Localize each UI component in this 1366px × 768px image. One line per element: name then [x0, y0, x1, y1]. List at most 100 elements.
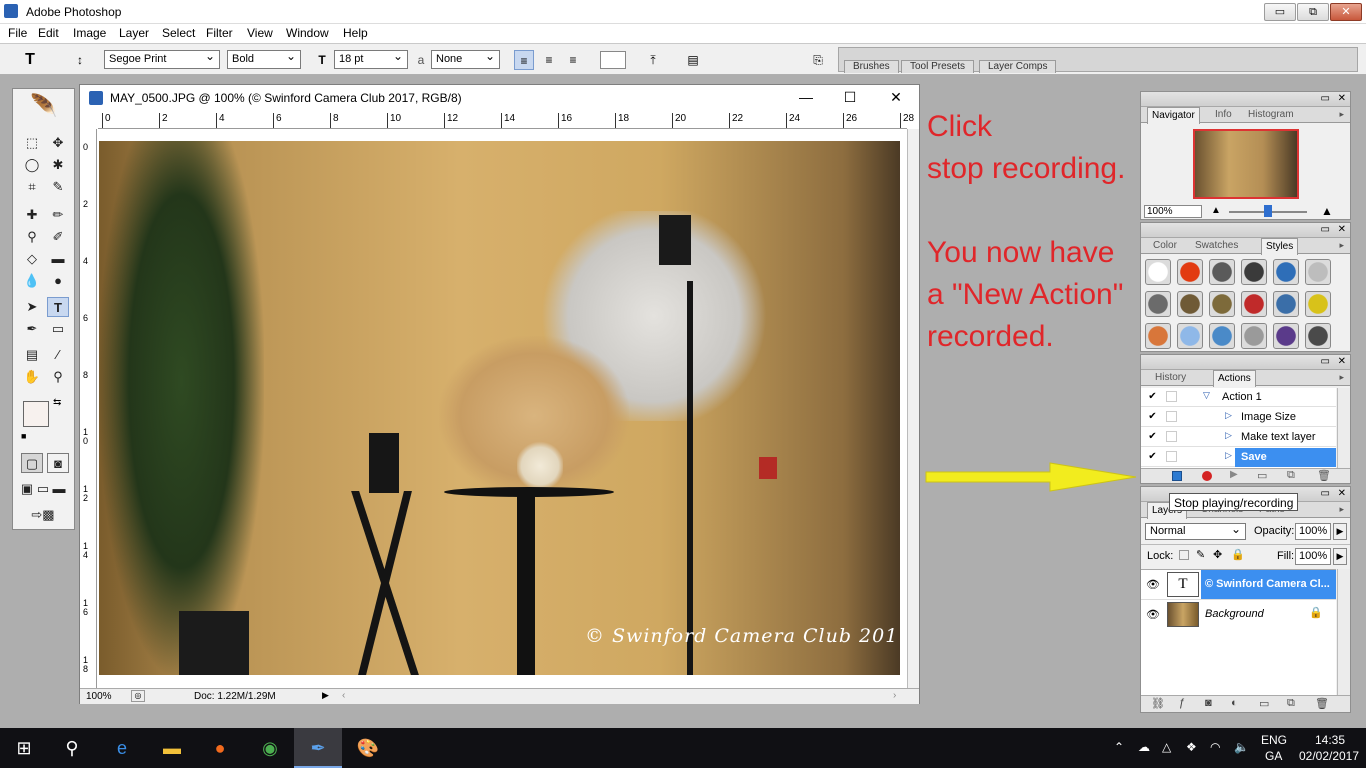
link-layers-icon[interactable]: ⛓	[1151, 697, 1165, 710]
clock-time[interactable]: 14:35	[1304, 733, 1356, 747]
path-selection-icon[interactable]: ➤	[21, 297, 43, 317]
clock-date[interactable]: 02/02/2017	[1296, 749, 1362, 763]
tray-chevron-icon[interactable]: ⌃	[1114, 740, 1124, 754]
tab-actions[interactable]: Actions	[1213, 370, 1256, 387]
panel-menu-arrow-icon[interactable]: ▸	[1339, 372, 1344, 383]
actions-scrollbar[interactable]	[1337, 388, 1350, 468]
new-set-icon[interactable]: ▭	[1257, 469, 1267, 482]
text-orientation-icon[interactable]: ↕	[70, 50, 90, 70]
doc-maximize-button[interactable]: ☐	[838, 89, 862, 106]
default-colors-icon[interactable]: ■	[21, 431, 26, 441]
clone-stamp-icon[interactable]: ⚲	[21, 227, 43, 247]
lock-all-icon[interactable]: 🔒	[1231, 548, 1245, 561]
play-button[interactable]: ▶	[1230, 469, 1238, 480]
action-row[interactable]: ✔ ▽ Action 1	[1141, 388, 1336, 407]
doc-vertical-scrollbar[interactable]	[907, 129, 919, 688]
panel-close-icon[interactable]: ✕	[1338, 93, 1346, 104]
style-swatch[interactable]	[1241, 291, 1267, 317]
firefox-icon[interactable]: ●	[196, 728, 244, 768]
collapsed-triangle-icon[interactable]: ▷	[1225, 430, 1232, 441]
screen-mode-full-icon[interactable]: ▬	[51, 479, 67, 499]
standard-mode-icon[interactable]: ▢	[21, 453, 43, 473]
toggle-checkmark-icon[interactable]: ✔	[1147, 391, 1158, 402]
tab-color[interactable]: Color	[1153, 240, 1177, 251]
panel-close-icon[interactable]: ✕	[1338, 356, 1346, 367]
language-ga[interactable]: GA	[1265, 749, 1282, 763]
photoshop-taskbar-icon[interactable]: ✒	[294, 728, 342, 768]
style-swatch[interactable]	[1209, 259, 1235, 285]
new-layer-icon[interactable]: ⧉	[1287, 697, 1295, 710]
layer-row-selected[interactable]: 👁 T © Swinford Camera Cl...	[1141, 570, 1336, 599]
style-swatch[interactable]	[1145, 259, 1171, 285]
delete-layer-icon[interactable]: 🗑	[1315, 697, 1329, 710]
panel-close-icon[interactable]: ✕	[1338, 224, 1346, 235]
style-swatch[interactable]	[1209, 291, 1235, 317]
style-swatch[interactable]	[1273, 259, 1299, 285]
tab-info[interactable]: Info	[1215, 109, 1232, 120]
image-canvas[interactable]: © Swinford Camera Club 2017	[99, 141, 900, 675]
delete-icon[interactable]: 🗑	[1317, 469, 1331, 482]
screen-mode-full-menu-icon[interactable]: ▭	[35, 479, 51, 499]
doc-minimize-button[interactable]: —	[794, 89, 818, 105]
menu-window[interactable]: Window	[286, 26, 329, 40]
status-zoom[interactable]: 100%	[86, 691, 112, 702]
slice-tool-icon[interactable]: ✎	[47, 177, 69, 197]
font-size-select[interactable]: 18 pt	[334, 49, 408, 69]
eyedropper-icon[interactable]: ⁄	[47, 345, 69, 365]
paint-icon[interactable]: 🎨	[344, 728, 392, 768]
layer-mask-icon[interactable]: ◙	[1205, 697, 1212, 709]
lock-image-icon[interactable]: ✎	[1196, 548, 1205, 561]
navigator-zoom-field[interactable]: 100%	[1144, 205, 1202, 218]
palette-tab-tool-presets[interactable]: Tool Presets	[901, 60, 975, 73]
menu-image[interactable]: Image	[73, 26, 106, 40]
toggle-checkmark-icon[interactable]: ✔	[1147, 431, 1158, 442]
minimize-button[interactable]: ▭	[1264, 3, 1296, 21]
zoom-in-icon[interactable]: ▲	[1321, 204, 1333, 218]
antialias-select[interactable]: None	[431, 49, 500, 69]
move-tool-icon[interactable]: ✥	[47, 133, 69, 153]
lock-transparency-icon[interactable]	[1179, 550, 1189, 560]
menu-edit[interactable]: Edit	[38, 26, 59, 40]
magic-wand-icon[interactable]: ✱	[47, 155, 69, 175]
palette-tab-brushes[interactable]: Brushes	[844, 60, 899, 73]
menu-view[interactable]: View	[247, 26, 273, 40]
panel-menu-arrow-icon[interactable]: ▸	[1339, 504, 1344, 515]
style-swatch[interactable]	[1305, 323, 1331, 349]
font-family-select[interactable]: Segoe Print	[104, 49, 220, 69]
style-swatch[interactable]	[1273, 291, 1299, 317]
dialog-toggle[interactable]	[1166, 391, 1177, 402]
menu-filter[interactable]: Filter	[206, 26, 233, 40]
dialog-toggle[interactable]	[1166, 431, 1177, 442]
action-row-selected[interactable]: ✔ ▷ Save	[1141, 448, 1336, 467]
blur-tool-icon[interactable]: 💧	[21, 271, 43, 291]
toggle-checkmark-icon[interactable]: ✔	[1147, 411, 1158, 422]
style-swatch[interactable]	[1145, 291, 1171, 317]
navigator-zoom-handle[interactable]	[1264, 205, 1272, 217]
hand-tool-icon[interactable]: ✋	[21, 367, 43, 387]
swap-colors-icon[interactable]: ⇆	[53, 397, 61, 408]
tab-swatches[interactable]: Swatches	[1195, 240, 1238, 251]
doc-close-button[interactable]: ✕	[884, 89, 908, 106]
new-group-icon[interactable]: ▭	[1259, 697, 1269, 710]
language-eng[interactable]: ENG	[1261, 733, 1287, 747]
align-left-icon[interactable]: ≡	[514, 50, 534, 70]
eraser-tool-icon[interactable]: ◇	[21, 249, 43, 269]
layers-scrollbar[interactable]	[1337, 569, 1350, 695]
collapsed-triangle-icon[interactable]: ▷	[1225, 450, 1232, 461]
layer-style-icon[interactable]: ƒ	[1179, 697, 1185, 709]
dropbox-icon[interactable]: ❖	[1186, 740, 1197, 754]
align-right-icon[interactable]: ≡	[563, 50, 583, 70]
style-swatch[interactable]	[1305, 291, 1331, 317]
lock-position-icon[interactable]: ✥	[1213, 548, 1222, 561]
new-action-icon[interactable]: ⧉	[1287, 469, 1295, 482]
panel-minimize-icon[interactable]: ▭	[1321, 356, 1330, 367]
pen-tool-icon[interactable]: ✒	[21, 319, 43, 339]
menu-help[interactable]: Help	[343, 26, 368, 40]
fill-field[interactable]: 100%	[1295, 548, 1331, 565]
status-icon[interactable]: ◎	[131, 690, 145, 702]
edge-icon[interactable]: e	[98, 728, 146, 768]
style-swatch[interactable]	[1177, 291, 1203, 317]
fill-slider-arrow-icon[interactable]: ▶	[1333, 548, 1347, 565]
visibility-eye-icon[interactable]: 👁	[1146, 578, 1160, 591]
menu-select[interactable]: Select	[162, 26, 195, 40]
